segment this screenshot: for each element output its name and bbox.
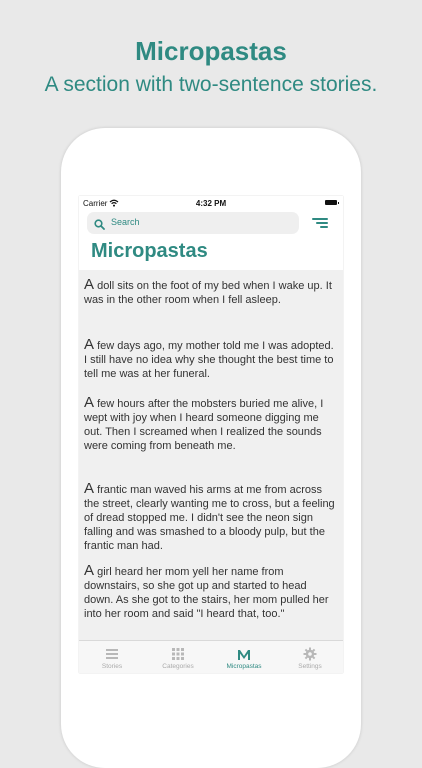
tab-categories[interactable]: Categories [145,641,211,673]
story-drop-letter: A [84,276,95,293]
tab-stories[interactable]: Stories [79,641,145,673]
story-text: frantic man waved his arms at me from ac… [84,484,335,552]
story-text: few days ago, my mother told me I was ad… [84,340,334,380]
story-text: doll sits on the foot of my bed when I w… [84,280,332,306]
tab-micropastas[interactable]: Micropastas [211,641,277,673]
battery-icon [325,200,339,205]
app-screen: Carrier 4:32 PM Search Micropastas A dol… [79,196,343,673]
story-item: A girl heard her mom yell her name from … [84,562,338,621]
sort-icon [312,218,328,220]
story-text: few hours after the mobsters buried me a… [84,398,324,452]
tab-settings[interactable]: Settings [277,641,343,673]
story-text: girl heard her mom yell her name from do… [84,566,329,620]
sort-button[interactable] [312,216,328,230]
grid-icon [172,648,184,660]
search-input[interactable]: Search [87,212,299,234]
search-icon [94,217,105,235]
story-list[interactable]: A doll sits on the foot of my bed when I… [79,270,343,640]
story-drop-letter: A [84,336,95,353]
story-drop-letter: A [84,394,95,411]
search-placeholder: Search [111,217,140,227]
story-item: A doll sits on the foot of my bed when I… [84,276,338,307]
story-item: A few hours after the mobsters buried me… [84,394,338,453]
story-drop-letter: A [84,480,95,497]
tab-label: Stories [101,663,123,670]
list-icon [106,649,118,659]
status-bar: Carrier 4:32 PM [79,196,343,210]
promo-title: Micropastas [135,36,287,66]
story-drop-letter: A [84,562,95,579]
tab-label: Micropastas [226,663,262,670]
m-letter-icon [238,650,250,660]
page-title: Micropastas [91,240,208,262]
tab-bar: Stories Categories Micropastas Settings [79,640,343,673]
tab-label: Settings [298,663,322,670]
gear-icon [303,647,317,661]
story-item: A few days ago, my mother told me I was … [84,336,338,381]
promo-subtitle: A section with two-sentence stories. [44,73,378,96]
story-item: A frantic man waved his arms at me from … [84,480,338,553]
status-time: 4:32 PM [195,199,227,208]
tab-label: Categories [162,663,194,670]
